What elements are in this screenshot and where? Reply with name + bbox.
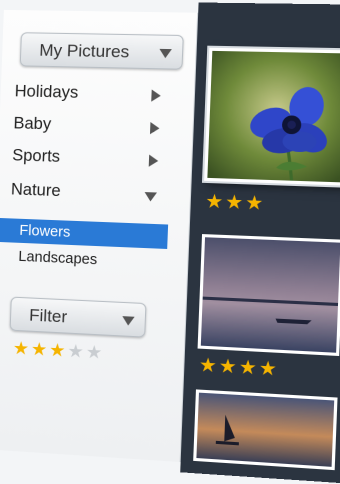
chevron-down-icon: [144, 192, 157, 202]
nav-item-label: Sports: [12, 146, 60, 166]
sidebar: My Pictures Holidays Baby Sports Nature …: [0, 10, 198, 462]
photo-thumbnail[interactable]: [198, 234, 340, 356]
photo-rating[interactable]: ★ ★ ★ ★: [199, 357, 278, 380]
dropdown-label: My Pictures: [39, 41, 130, 62]
star-filled-icon[interactable]: ★: [13, 339, 30, 358]
star-filled-icon[interactable]: ★: [205, 193, 224, 212]
nav-item-nature[interactable]: Nature: [10, 174, 163, 210]
photo-thumbnail[interactable]: [193, 389, 337, 470]
nav-item-label: Holidays: [14, 82, 78, 102]
nav-item-holidays[interactable]: Holidays: [14, 76, 167, 110]
chevron-down-icon: [122, 316, 135, 326]
star-empty-icon[interactable]: ★: [86, 343, 103, 362]
star-empty-icon[interactable]: ★: [67, 342, 84, 361]
sub-item-landscapes[interactable]: Landscapes: [0, 244, 167, 276]
star-filled-icon[interactable]: ★: [49, 341, 66, 360]
nav-item-label: Nature: [11, 180, 61, 200]
filter-dropdown[interactable]: Filter: [10, 297, 147, 338]
filter-label: Filter: [29, 306, 68, 327]
star-filled-icon[interactable]: ★: [238, 359, 257, 378]
sub-item-label: Flowers: [19, 223, 71, 241]
my-pictures-dropdown[interactable]: My Pictures: [20, 32, 184, 70]
filter-rating[interactable]: ★ ★ ★ ★ ★: [13, 339, 103, 362]
sunset-photo: [196, 393, 334, 467]
flower-photo: [207, 51, 340, 183]
chevron-right-icon: [150, 122, 160, 134]
landscape-photo: [201, 237, 340, 353]
sub-item-label: Landscapes: [18, 249, 97, 269]
nav-item-baby[interactable]: Baby: [13, 108, 166, 143]
chevron-right-icon: [151, 89, 161, 101]
star-filled-icon[interactable]: ★: [258, 360, 277, 380]
star-filled-icon[interactable]: ★: [218, 358, 237, 377]
chevron-down-icon: [159, 49, 172, 58]
photo-rating[interactable]: ★ ★ ★: [205, 193, 264, 214]
photo-app: My Pictures Holidays Baby Sports Nature …: [0, 0, 340, 454]
star-filled-icon[interactable]: ★: [199, 357, 217, 376]
nav-item-sports[interactable]: Sports: [12, 140, 165, 175]
photo-gallery: ★ ★ ★ ★ ★ ★ ★: [180, 2, 340, 483]
star-filled-icon[interactable]: ★: [31, 340, 48, 359]
star-filled-icon[interactable]: ★: [245, 195, 264, 214]
nav-item-label: Baby: [13, 114, 51, 133]
star-filled-icon[interactable]: ★: [225, 194, 244, 213]
chevron-right-icon: [149, 155, 159, 168]
photo-thumbnail[interactable]: [204, 48, 340, 186]
